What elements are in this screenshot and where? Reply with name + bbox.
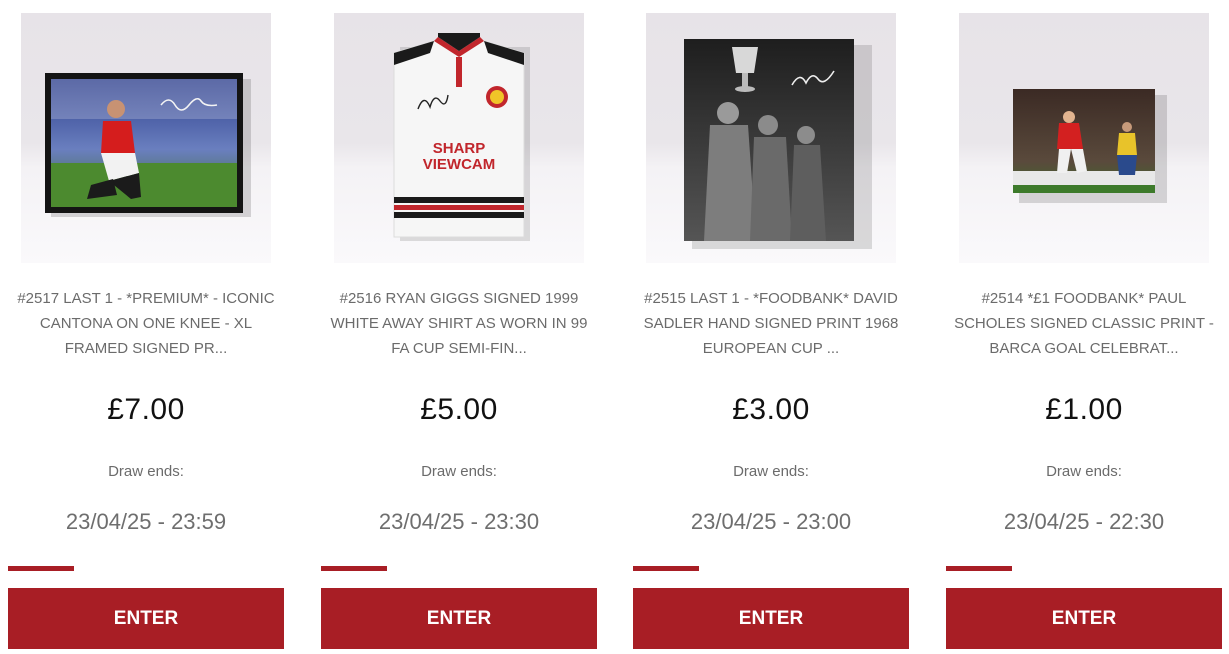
shirt-sponsor-line-2: VIEWCAM [423, 156, 496, 173]
enter-button[interactable]: ENTER [321, 588, 597, 649]
ticket-price: £5.00 [420, 393, 498, 426]
ticket-price: £7.00 [107, 393, 185, 426]
tickets-sold-progress-fill [946, 566, 1013, 571]
competition-card: #2517 LAST 1 - *PREMIUM* - ICONIC CANTON… [8, 0, 284, 654]
competition-title[interactable]: #2515 LAST 1 - *FOODBANK* DAVID SADLER H… [633, 286, 909, 361]
ticket-price: £1.00 [1045, 393, 1123, 426]
tickets-sold-progress-fill [633, 566, 700, 571]
draw-ends-label: Draw ends: [108, 463, 184, 480]
enter-button[interactable]: ENTER [946, 588, 1222, 649]
draw-end-date: 23/04/25 - 23:59 [65, 509, 227, 534]
enter-button[interactable]: ENTER [8, 588, 284, 649]
product-image-giggs-shirt[interactable]: SHARP VIEWCAM [334, 13, 584, 263]
tickets-sold-progress [946, 566, 1222, 571]
draw-end-date: 23/04/25 - 22:30 [1003, 509, 1165, 534]
product-image-cantona-framed-print[interactable] [21, 13, 271, 263]
draw-end-date: 23/04/25 - 23:30 [378, 509, 540, 534]
draw-ends-label: Draw ends: [733, 463, 809, 480]
tickets-sold-progress-fill [8, 566, 75, 571]
competition-title[interactable]: #2516 RYAN GIGGS SIGNED 1999 WHITE AWAY … [321, 286, 597, 361]
product-image-scholes-print[interactable] [959, 13, 1209, 263]
competition-card: #2515 LAST 1 - *FOODBANK* DAVID SADLER H… [633, 0, 909, 654]
competition-title[interactable]: #2517 LAST 1 - *PREMIUM* - ICONIC CANTON… [8, 286, 284, 361]
tickets-sold-progress-fill [321, 566, 388, 571]
competition-title[interactable]: #2514 *£1 FOODBANK* PAUL SCHOLES SIGNED … [946, 286, 1222, 361]
tickets-sold-progress [321, 566, 597, 571]
enter-button[interactable]: ENTER [633, 588, 909, 649]
draw-ends-label: Draw ends: [1046, 463, 1122, 480]
shirt-sponsor-line-1: SHARP [433, 140, 486, 157]
ticket-price: £3.00 [732, 393, 810, 426]
competition-card: SHARP VIEWCAM #2516 RYAN GIGGS SIGNED 19… [321, 0, 597, 654]
draw-end-date: 23/04/25 - 23:00 [690, 509, 852, 534]
competition-card: #2514 *£1 FOODBANK* PAUL SCHOLES SIGNED … [946, 0, 1222, 654]
tickets-sold-progress [8, 566, 284, 571]
product-image-sadler-print[interactable] [646, 13, 896, 263]
competition-grid: #2517 LAST 1 - *PREMIUM* - ICONIC CANTON… [0, 0, 1229, 654]
tickets-sold-progress [633, 566, 909, 571]
draw-ends-label: Draw ends: [421, 463, 497, 480]
